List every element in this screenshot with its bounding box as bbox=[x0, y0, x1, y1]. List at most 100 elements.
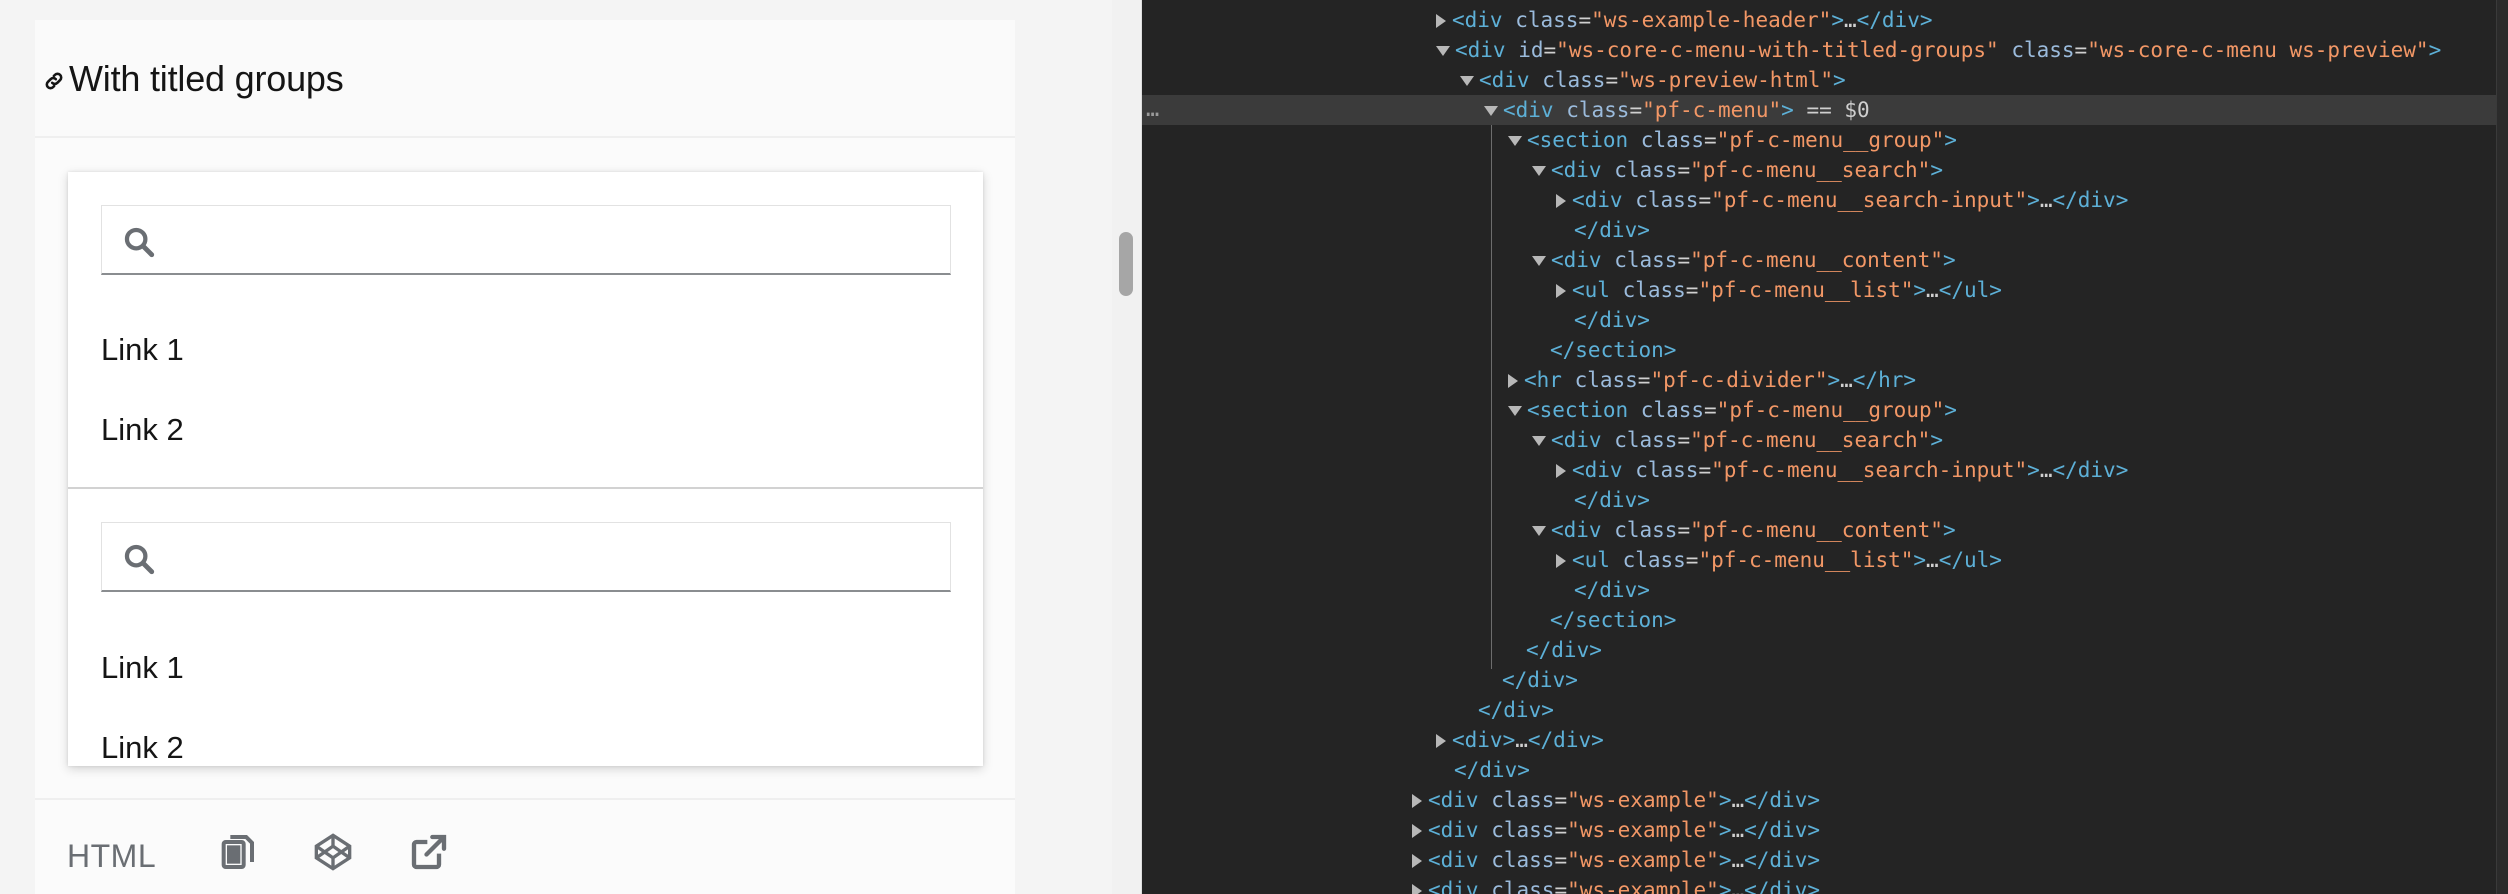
expand-triangle-open-icon[interactable] bbox=[1508, 136, 1522, 146]
attr-eq: = bbox=[1554, 848, 1568, 872]
attr-value: "ws-example" bbox=[1567, 878, 1719, 894]
dom-node-line[interactable]: </div> bbox=[1142, 305, 2508, 335]
html-tab[interactable]: HTML bbox=[67, 838, 156, 875]
attr-value: "pf-c-divider" bbox=[1650, 368, 1828, 392]
menu-item-link-1[interactable]: Link 1 bbox=[101, 330, 184, 370]
dom-node-line[interactable]: </div> bbox=[1142, 575, 2508, 605]
dom-node-line[interactable]: <section class="pf-c-menu__group"> bbox=[1142, 395, 2508, 425]
codepen-icon[interactable] bbox=[313, 832, 353, 872]
attr-value: "ws-core-c-menu ws-preview" bbox=[2087, 38, 2429, 62]
expand-triangle-closed-icon[interactable] bbox=[1412, 824, 1422, 838]
menu-item-link-2[interactable]: Link 2 bbox=[101, 728, 184, 768]
devtools-elements-panel: <div class="ws-example-header">…</div> <d… bbox=[1142, 0, 2508, 894]
link-icon[interactable] bbox=[43, 70, 65, 92]
dom-node-line[interactable]: </div> bbox=[1142, 635, 2508, 665]
attr-value: "ws-example-header" bbox=[1591, 8, 1832, 32]
attr-name: class bbox=[1998, 38, 2075, 62]
expand-triangle-closed-icon[interactable] bbox=[1556, 284, 1566, 298]
attr-name: class bbox=[1601, 248, 1678, 272]
dom-node-line[interactable]: <div class="pf-c-menu__search"> bbox=[1142, 155, 2508, 185]
expand-triangle-closed-icon[interactable] bbox=[1556, 554, 1566, 568]
expand-triangle-closed-icon[interactable] bbox=[1412, 854, 1422, 868]
tag-name: <div bbox=[1503, 98, 1554, 122]
closing-tag: </div> bbox=[1856, 8, 1933, 32]
expand-triangle-open-icon[interactable] bbox=[1508, 406, 1522, 416]
dom-node-line[interactable]: <div class="ws-example-header">…</div> bbox=[1142, 5, 2508, 35]
pane-scrollbar[interactable] bbox=[1112, 0, 1142, 894]
dom-node-line[interactable]: <div class="pf-c-menu"> == $0… bbox=[1142, 95, 2508, 125]
attr-name: class bbox=[1628, 398, 1705, 422]
expand-triangle-closed-icon[interactable] bbox=[1508, 374, 1518, 388]
expand-triangle-open-icon[interactable] bbox=[1532, 526, 1546, 536]
dom-node-line[interactable]: <div class="pf-c-menu__search-input">…</… bbox=[1142, 455, 2508, 485]
dom-node-line[interactable]: <div class="ws-example">…</div> bbox=[1142, 875, 2508, 894]
tag-name: <div bbox=[1452, 728, 1503, 752]
attr-eq: = bbox=[1578, 8, 1592, 32]
collapsed-ellipsis: … bbox=[1843, 8, 1857, 32]
expand-triangle-closed-icon[interactable] bbox=[1556, 464, 1566, 478]
dom-node-line[interactable]: <div class="ws-preview-html"> bbox=[1142, 65, 2508, 95]
expand-triangle-closed-icon[interactable] bbox=[1412, 794, 1422, 808]
more-actions-icon[interactable]: … bbox=[1146, 95, 1159, 125]
closing-tag: </div> bbox=[1454, 758, 1530, 782]
tag-bracket: > bbox=[1718, 848, 1732, 872]
expand-triangle-closed-icon[interactable] bbox=[1412, 884, 1422, 894]
collapsed-ellipsis: … bbox=[1840, 368, 1853, 392]
dom-node-line[interactable]: <hr class="pf-c-divider">…</hr> bbox=[1142, 365, 2508, 395]
tag-bracket: > bbox=[1827, 368, 1841, 392]
dom-node-line[interactable]: <ul class="pf-c-menu__list">…</ul> bbox=[1142, 545, 2508, 575]
dom-node-line[interactable]: </div> bbox=[1142, 695, 2508, 725]
menu: Link 1 Link 2 Link 1 Link 2 bbox=[68, 172, 983, 766]
collapsed-ellipsis: … bbox=[1926, 278, 1939, 302]
menu-search-input[interactable] bbox=[101, 205, 951, 275]
menu-search-input-2[interactable] bbox=[101, 522, 951, 592]
attr-eq: = bbox=[1629, 98, 1643, 122]
dom-node-line[interactable]: </div> bbox=[1142, 485, 2508, 515]
dom-node-line[interactable]: <section class="pf-c-menu__group"> bbox=[1142, 125, 2508, 155]
dom-node-line[interactable]: </section> bbox=[1142, 605, 2508, 635]
dom-node-line[interactable]: </div> bbox=[1142, 755, 2508, 785]
tag-name: <div bbox=[1428, 788, 1479, 812]
tag-bracket: > bbox=[1718, 818, 1732, 842]
expand-triangle-open-icon[interactable] bbox=[1532, 256, 1546, 266]
tag-name: <section bbox=[1527, 398, 1629, 422]
example-title: With titled groups bbox=[69, 58, 344, 99]
expand-triangle-open-icon[interactable] bbox=[1460, 76, 1474, 86]
collapsed-ellipsis: … bbox=[1731, 878, 1745, 894]
attr-eq: = bbox=[1698, 188, 1712, 212]
external-link-icon[interactable] bbox=[409, 832, 449, 872]
dom-node-line[interactable]: <div id="ws-core-c-menu-with-titled-grou… bbox=[1142, 35, 2508, 65]
dom-node-line[interactable]: <div class="ws-example">…</div> bbox=[1142, 845, 2508, 875]
dom-node-line[interactable]: </div> bbox=[1142, 215, 2508, 245]
tag-bracket: > bbox=[1944, 128, 1957, 152]
dom-node-line[interactable]: <ul class="pf-c-menu__list">…</ul> bbox=[1142, 275, 2508, 305]
expand-triangle-closed-icon[interactable] bbox=[1436, 734, 1446, 748]
collapsed-ellipsis: … bbox=[1731, 848, 1745, 872]
expand-triangle-open-icon[interactable] bbox=[1532, 436, 1546, 446]
dom-node-line[interactable]: <div class="ws-example">…</div> bbox=[1142, 785, 2508, 815]
attr-name: class bbox=[1601, 158, 1678, 182]
tag-name: <div bbox=[1551, 248, 1602, 272]
dom-node-line[interactable]: </div> bbox=[1142, 665, 2508, 695]
expand-triangle-open-icon[interactable] bbox=[1436, 46, 1450, 56]
dom-node-line[interactable]: <div class="pf-c-menu__search"> bbox=[1142, 425, 2508, 455]
attr-name: class bbox=[1609, 548, 1686, 572]
menu-item-link-2[interactable]: Link 2 bbox=[101, 410, 184, 450]
scrollbar-thumb[interactable] bbox=[1119, 232, 1133, 296]
dom-node-line[interactable]: <div class="pf-c-menu__search-input">…</… bbox=[1142, 185, 2508, 215]
copy-icon[interactable] bbox=[217, 832, 257, 872]
menu-item-link-1[interactable]: Link 1 bbox=[101, 648, 184, 688]
expand-triangle-open-icon[interactable] bbox=[1532, 166, 1546, 176]
dom-node-line[interactable]: <div class="pf-c-menu__content"> bbox=[1142, 515, 2508, 545]
dom-node-line[interactable]: <div>…</div> bbox=[1142, 725, 2508, 755]
collapsed-ellipsis: … bbox=[2039, 188, 2053, 212]
expand-triangle-closed-icon[interactable] bbox=[1436, 14, 1446, 28]
expand-triangle-closed-icon[interactable] bbox=[1556, 194, 1566, 208]
expand-triangle-open-icon[interactable] bbox=[1484, 106, 1498, 116]
devtools-scrollbar[interactable] bbox=[2496, 0, 2508, 894]
dom-node-line[interactable]: <div class="pf-c-menu__content"> bbox=[1142, 245, 2508, 275]
dom-node-line[interactable]: <div class="ws-example">…</div> bbox=[1142, 815, 2508, 845]
tag-bracket: > bbox=[1942, 518, 1956, 542]
dom-node-line[interactable]: </section> bbox=[1142, 335, 2508, 365]
attr-value: "ws-example" bbox=[1567, 848, 1719, 872]
